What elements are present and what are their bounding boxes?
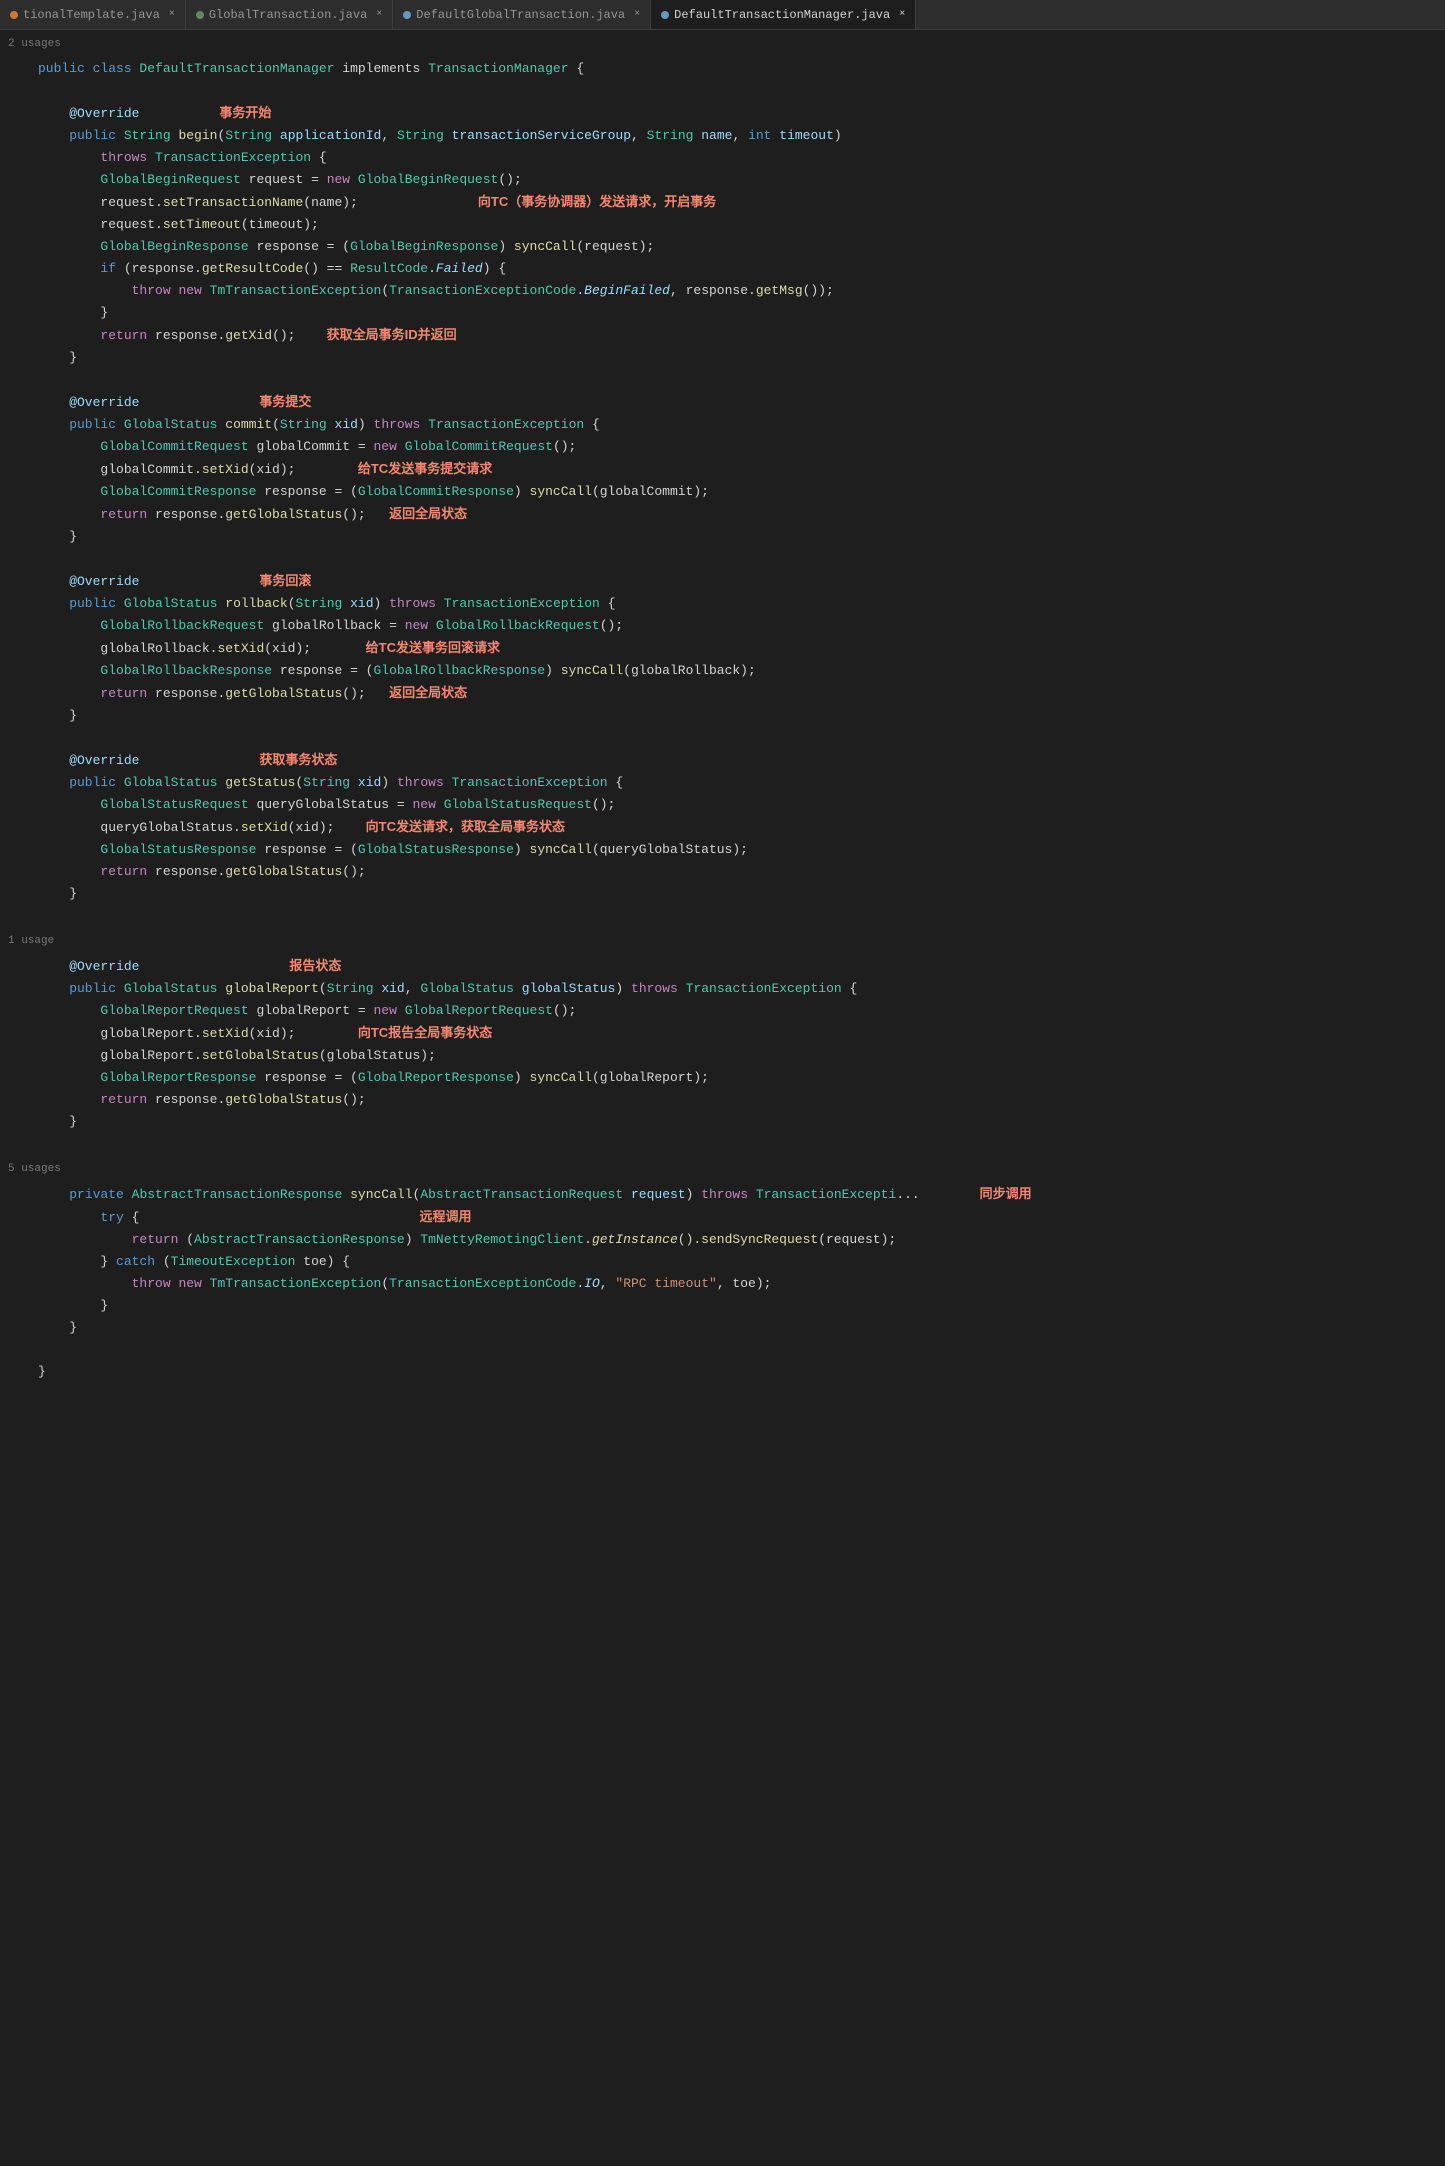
code-line: request.setTransactionName(name);向TC（事务协… <box>0 191 1445 214</box>
code-line: globalCommit.setXid(xid); 给TC发送事务提交请求 <box>0 458 1445 481</box>
code-line: public GlobalStatus globalReport(String … <box>0 978 1445 1000</box>
tab-transactional-template[interactable]: tionalTemplate.java × <box>0 0 186 30</box>
code-line: GlobalReportRequest globalReport = new G… <box>0 1000 1445 1022</box>
code-line <box>0 548 1445 570</box>
tab-default-global-transaction[interactable]: DefaultGlobalTransaction.java × <box>393 0 651 30</box>
code-line: return response.getGlobalStatus(); 返回全局状… <box>0 503 1445 526</box>
editor-container: tionalTemplate.java × GlobalTransaction.… <box>0 0 1445 1423</box>
close-icon[interactable]: × <box>169 9 175 20</box>
code-line: public class DefaultTransactionManager i… <box>0 58 1445 80</box>
tab-global-transaction[interactable]: GlobalTransaction.java × <box>186 0 393 30</box>
close-icon[interactable]: × <box>899 9 905 20</box>
code-line: request.setTimeout(timeout); <box>0 214 1445 236</box>
code-line: return response.getGlobalStatus(); 返回全局状… <box>0 682 1445 705</box>
code-line: GlobalBeginResponse response = (GlobalBe… <box>0 236 1445 258</box>
code-line: } <box>0 1361 1445 1383</box>
code-line: GlobalRollbackResponse response = (Globa… <box>0 660 1445 682</box>
code-line <box>0 1339 1445 1361</box>
code-line: private AbstractTransactionResponse sync… <box>0 1183 1445 1206</box>
code-line: public GlobalStatus commit(String xid) t… <box>0 414 1445 436</box>
code-line: public String begin(String applicationId… <box>0 125 1445 147</box>
code-line: return response.getXid(); 获取全局事务ID并返回 <box>0 324 1445 347</box>
code-line: globalReport.setGlobalStatus(globalStatu… <box>0 1045 1445 1067</box>
code-line: @Override事务开始 <box>0 102 1445 125</box>
code-line: return response.getGlobalStatus(); <box>0 861 1445 883</box>
code-line: return response.getGlobalStatus(); <box>0 1089 1445 1111</box>
code-line <box>0 1133 1445 1155</box>
code-line: GlobalStatusRequest queryGlobalStatus = … <box>0 794 1445 816</box>
code-line: } catch (TimeoutException toe) { <box>0 1251 1445 1273</box>
tab-dot <box>10 11 18 19</box>
code-line: GlobalCommitRequest globalCommit = new G… <box>0 436 1445 458</box>
code-line: } <box>0 883 1445 905</box>
code-line: throw new TmTransactionException(Transac… <box>0 1273 1445 1295</box>
code-line: } <box>0 1111 1445 1133</box>
usages-top: 2 usages <box>0 30 1445 58</box>
code-line: GlobalReportResponse response = (GlobalR… <box>0 1067 1445 1089</box>
code-line: } <box>0 1317 1445 1339</box>
tab-label: DefaultGlobalTransaction.java <box>416 8 625 22</box>
code-line <box>0 727 1445 749</box>
code-line: @Override获取事务状态 <box>0 749 1445 772</box>
code-line: public GlobalStatus rollback(String xid)… <box>0 593 1445 615</box>
code-line: } <box>0 1295 1445 1317</box>
code-line: @Override事务提交 <box>0 391 1445 414</box>
code-line: } <box>0 705 1445 727</box>
code-line: @Override报告状态 <box>0 955 1445 978</box>
code-editor: 2 usages public class DefaultTransaction… <box>0 30 1445 1423</box>
code-line: throws TransactionException { <box>0 147 1445 169</box>
code-line: GlobalStatusResponse response = (GlobalS… <box>0 839 1445 861</box>
code-line <box>0 80 1445 102</box>
code-line: @Override事务回滚 <box>0 570 1445 593</box>
code-line: } <box>0 347 1445 369</box>
code-line: queryGlobalStatus.setXid(xid); 向TC发送请求，获… <box>0 816 1445 839</box>
tab-default-transaction-manager[interactable]: DefaultTransactionManager.java × <box>651 0 916 30</box>
tab-dot <box>403 11 411 19</box>
code-line: public GlobalStatus getStatus(String xid… <box>0 772 1445 794</box>
code-line: } <box>0 526 1445 548</box>
code-line: globalReport.setXid(xid); 向TC报告全局事务状态 <box>0 1022 1445 1045</box>
close-icon[interactable]: × <box>634 9 640 20</box>
code-line: try {远程调用 <box>0 1206 1445 1229</box>
usages-mid: 1 usage <box>0 927 1445 955</box>
code-line <box>0 905 1445 927</box>
usages-bottom: 5 usages <box>0 1155 1445 1183</box>
code-line <box>0 369 1445 391</box>
code-line: GlobalBeginRequest request = new GlobalB… <box>0 169 1445 191</box>
tabs-bar[interactable]: tionalTemplate.java × GlobalTransaction.… <box>0 0 1445 30</box>
tab-dot <box>661 11 669 19</box>
tab-label: DefaultTransactionManager.java <box>674 8 890 22</box>
code-line: GlobalCommitResponse response = (GlobalC… <box>0 481 1445 503</box>
code-line: GlobalRollbackRequest globalRollback = n… <box>0 615 1445 637</box>
code-line: return (AbstractTransactionResponse) TmN… <box>0 1229 1445 1251</box>
code-line: if (response.getResultCode() == ResultCo… <box>0 258 1445 280</box>
code-line: globalRollback.setXid(xid); 给TC发送事务回滚请求 <box>0 637 1445 660</box>
code-line: throw new TmTransactionException(Transac… <box>0 280 1445 302</box>
tab-dot <box>196 11 204 19</box>
close-icon[interactable]: × <box>376 9 382 20</box>
tab-label: tionalTemplate.java <box>23 8 160 22</box>
tab-label: GlobalTransaction.java <box>209 8 367 22</box>
code-line: } <box>0 302 1445 324</box>
